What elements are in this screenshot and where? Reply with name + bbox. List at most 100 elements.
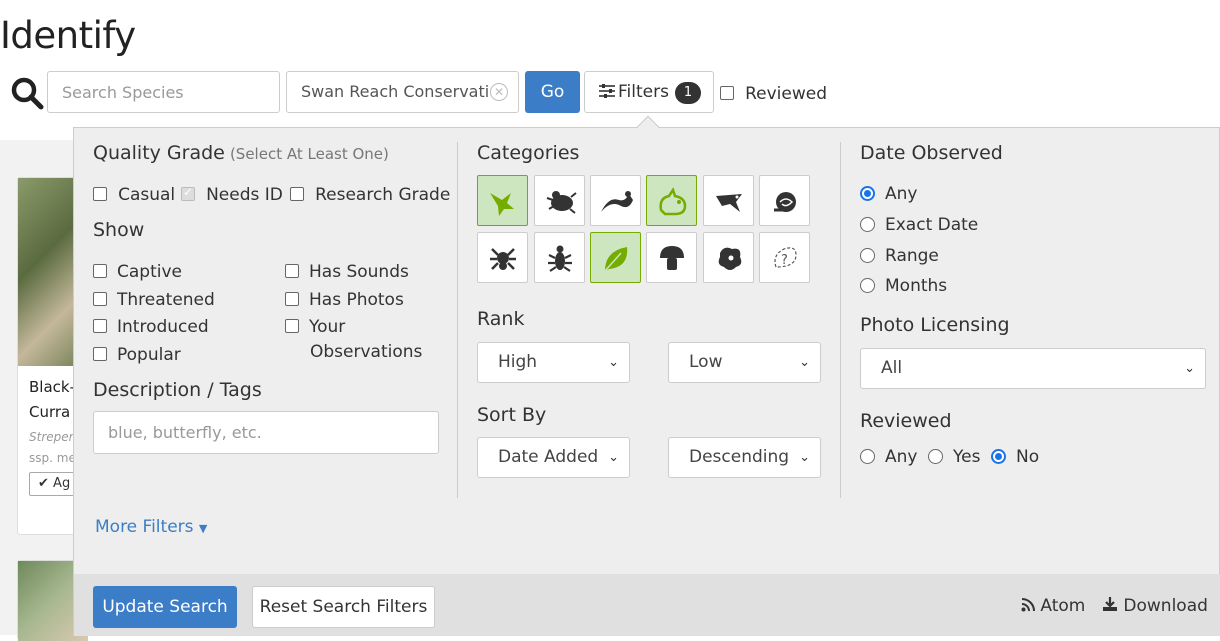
rank-low-select[interactable]: Low ⌄ bbox=[668, 342, 821, 383]
description-heading: Description / Tags bbox=[93, 379, 262, 401]
needs-id-checkbox[interactable] bbox=[181, 185, 195, 201]
date-range-option[interactable]: Range bbox=[860, 246, 939, 266]
category-plants-icon[interactable] bbox=[590, 232, 641, 283]
place-value: Swan Reach Conservati bbox=[301, 82, 490, 101]
update-search-button[interactable]: Update Search bbox=[93, 586, 237, 628]
observation-sci-1: Streper bbox=[29, 430, 74, 444]
page-title: Identify bbox=[0, 14, 136, 57]
quality-grade-title: Quality Grade bbox=[93, 142, 225, 164]
rank-high-value: High bbox=[498, 352, 538, 372]
date-exact-radio[interactable] bbox=[860, 217, 875, 232]
sort-order-select[interactable]: Descending ⌄ bbox=[668, 437, 821, 478]
category-amphibians-icon[interactable] bbox=[534, 175, 585, 226]
species-search-input[interactable] bbox=[47, 71, 280, 113]
research-grade-label: Research Grade bbox=[315, 185, 451, 205]
panel-caret bbox=[636, 115, 660, 139]
observation-title-1[interactable]: Black- bbox=[29, 378, 75, 396]
atom-link[interactable]: Atom bbox=[1021, 596, 1085, 616]
download-label: Download bbox=[1123, 596, 1208, 616]
svg-text:?: ? bbox=[781, 253, 788, 268]
has-sounds-checkbox[interactable] bbox=[285, 264, 299, 278]
column-divider bbox=[457, 142, 458, 498]
reset-filters-button[interactable]: Reset Search Filters bbox=[252, 586, 435, 628]
quality-needs-id[interactable]: Needs ID bbox=[181, 185, 283, 205]
quality-research-grade[interactable]: Research Grade bbox=[290, 185, 450, 205]
observation-title-2[interactable]: Curra bbox=[29, 403, 70, 421]
place-search-input[interactable]: Swan Reach Conservati ✕ bbox=[286, 71, 519, 113]
reviewed-heading: Reviewed bbox=[860, 410, 952, 432]
reviewed-yes-option[interactable]: Yes bbox=[928, 447, 980, 467]
quality-casual[interactable]: Casual bbox=[93, 185, 175, 205]
needs-id-label: Needs ID bbox=[206, 185, 283, 205]
photo-licensing-heading: Photo Licensing bbox=[860, 314, 1010, 336]
sort-field-select[interactable]: Date Added ⌄ bbox=[477, 437, 630, 478]
research-grade-checkbox[interactable] bbox=[290, 187, 304, 201]
caret-down-icon: ▼ bbox=[198, 522, 208, 535]
observations-label: Observations bbox=[310, 342, 423, 362]
reviewed-any-radio[interactable] bbox=[860, 449, 875, 464]
category-ray-finned-fishes-icon[interactable] bbox=[703, 175, 754, 226]
sort-order-value: Descending bbox=[689, 447, 790, 467]
download-link[interactable]: Download bbox=[1102, 596, 1208, 616]
category-birds-icon[interactable] bbox=[477, 175, 528, 226]
date-exact-option[interactable]: Exact Date bbox=[860, 215, 978, 235]
your-observations-checkbox[interactable] bbox=[285, 319, 299, 333]
has-photos-checkbox[interactable] bbox=[285, 292, 299, 306]
description-input[interactable] bbox=[93, 411, 439, 454]
category-arachnids-icon[interactable] bbox=[477, 232, 528, 283]
rank-high-select[interactable]: High ⌄ bbox=[477, 342, 630, 383]
reviewed-box[interactable] bbox=[720, 86, 734, 100]
captive-label: Captive bbox=[117, 262, 182, 282]
date-months-option[interactable]: Months bbox=[860, 276, 947, 296]
reviewed-no-radio[interactable] bbox=[991, 449, 1006, 464]
reviewed-checkbox[interactable]: Reviewed bbox=[720, 84, 827, 104]
category-unknown-icon[interactable]: ? bbox=[759, 232, 810, 283]
show-your-observations[interactable]: Your bbox=[285, 317, 345, 337]
filters-button[interactable]: Filters 1 bbox=[584, 71, 714, 113]
clear-icon[interactable]: ✕ bbox=[490, 83, 508, 101]
filters-panel: Quality Grade (Select At Least One) Casu… bbox=[73, 115, 1220, 636]
show-has-sounds[interactable]: Has Sounds bbox=[285, 262, 409, 282]
category-protozoans-icon[interactable] bbox=[703, 232, 754, 283]
more-filters-link[interactable]: More Filters ▼ bbox=[95, 517, 207, 537]
category-mollusks-icon[interactable] bbox=[759, 175, 810, 226]
chevron-down-icon: ⌄ bbox=[799, 450, 810, 465]
photo-licensing-value: All bbox=[881, 358, 903, 378]
date-observed-heading: Date Observed bbox=[860, 142, 1003, 164]
threatened-checkbox[interactable] bbox=[93, 292, 107, 306]
captive-checkbox[interactable] bbox=[93, 264, 107, 278]
date-any-option[interactable]: Any bbox=[860, 184, 917, 204]
introduced-checkbox[interactable] bbox=[93, 319, 107, 333]
date-exact-label: Exact Date bbox=[885, 215, 979, 235]
date-any-label: Any bbox=[885, 184, 918, 204]
category-fungi-icon[interactable] bbox=[646, 232, 697, 283]
date-range-radio[interactable] bbox=[860, 248, 875, 263]
reviewed-any-option[interactable]: Any bbox=[860, 447, 917, 467]
download-icon bbox=[1103, 597, 1117, 611]
casual-checkbox[interactable] bbox=[93, 187, 107, 201]
check-icon: ✔ bbox=[38, 476, 49, 491]
filters-footer: Update Search Reset Search Filters Atom … bbox=[74, 574, 1220, 636]
reviewed-no-option[interactable]: No bbox=[991, 447, 1039, 467]
show-captive[interactable]: Captive bbox=[93, 262, 182, 282]
reviewed-yes-radio[interactable] bbox=[928, 449, 943, 464]
date-any-radio[interactable] bbox=[860, 186, 875, 201]
category-mammals-icon[interactable] bbox=[646, 175, 697, 226]
more-filters-label: More Filters bbox=[95, 517, 194, 537]
category-insects-icon[interactable] bbox=[534, 232, 585, 283]
go-button[interactable]: Go bbox=[525, 71, 580, 113]
popular-checkbox[interactable] bbox=[93, 347, 107, 361]
show-threatened[interactable]: Threatened bbox=[93, 290, 215, 310]
photo-licensing-select[interactable]: All ⌄ bbox=[860, 348, 1206, 389]
category-reptiles-icon[interactable] bbox=[590, 175, 641, 226]
date-months-radio[interactable] bbox=[860, 278, 875, 293]
show-popular[interactable]: Popular bbox=[93, 345, 181, 365]
quality-grade-heading: Quality Grade (Select At Least One) bbox=[93, 142, 389, 164]
threatened-label: Threatened bbox=[117, 290, 215, 310]
show-has-photos[interactable]: Has Photos bbox=[285, 290, 404, 310]
sliders-icon bbox=[599, 84, 615, 98]
reviewed-no-label: No bbox=[1016, 447, 1040, 467]
chevron-down-icon: ⌄ bbox=[608, 355, 619, 370]
show-introduced[interactable]: Introduced bbox=[93, 317, 209, 337]
chevron-down-icon: ⌄ bbox=[1184, 361, 1195, 376]
